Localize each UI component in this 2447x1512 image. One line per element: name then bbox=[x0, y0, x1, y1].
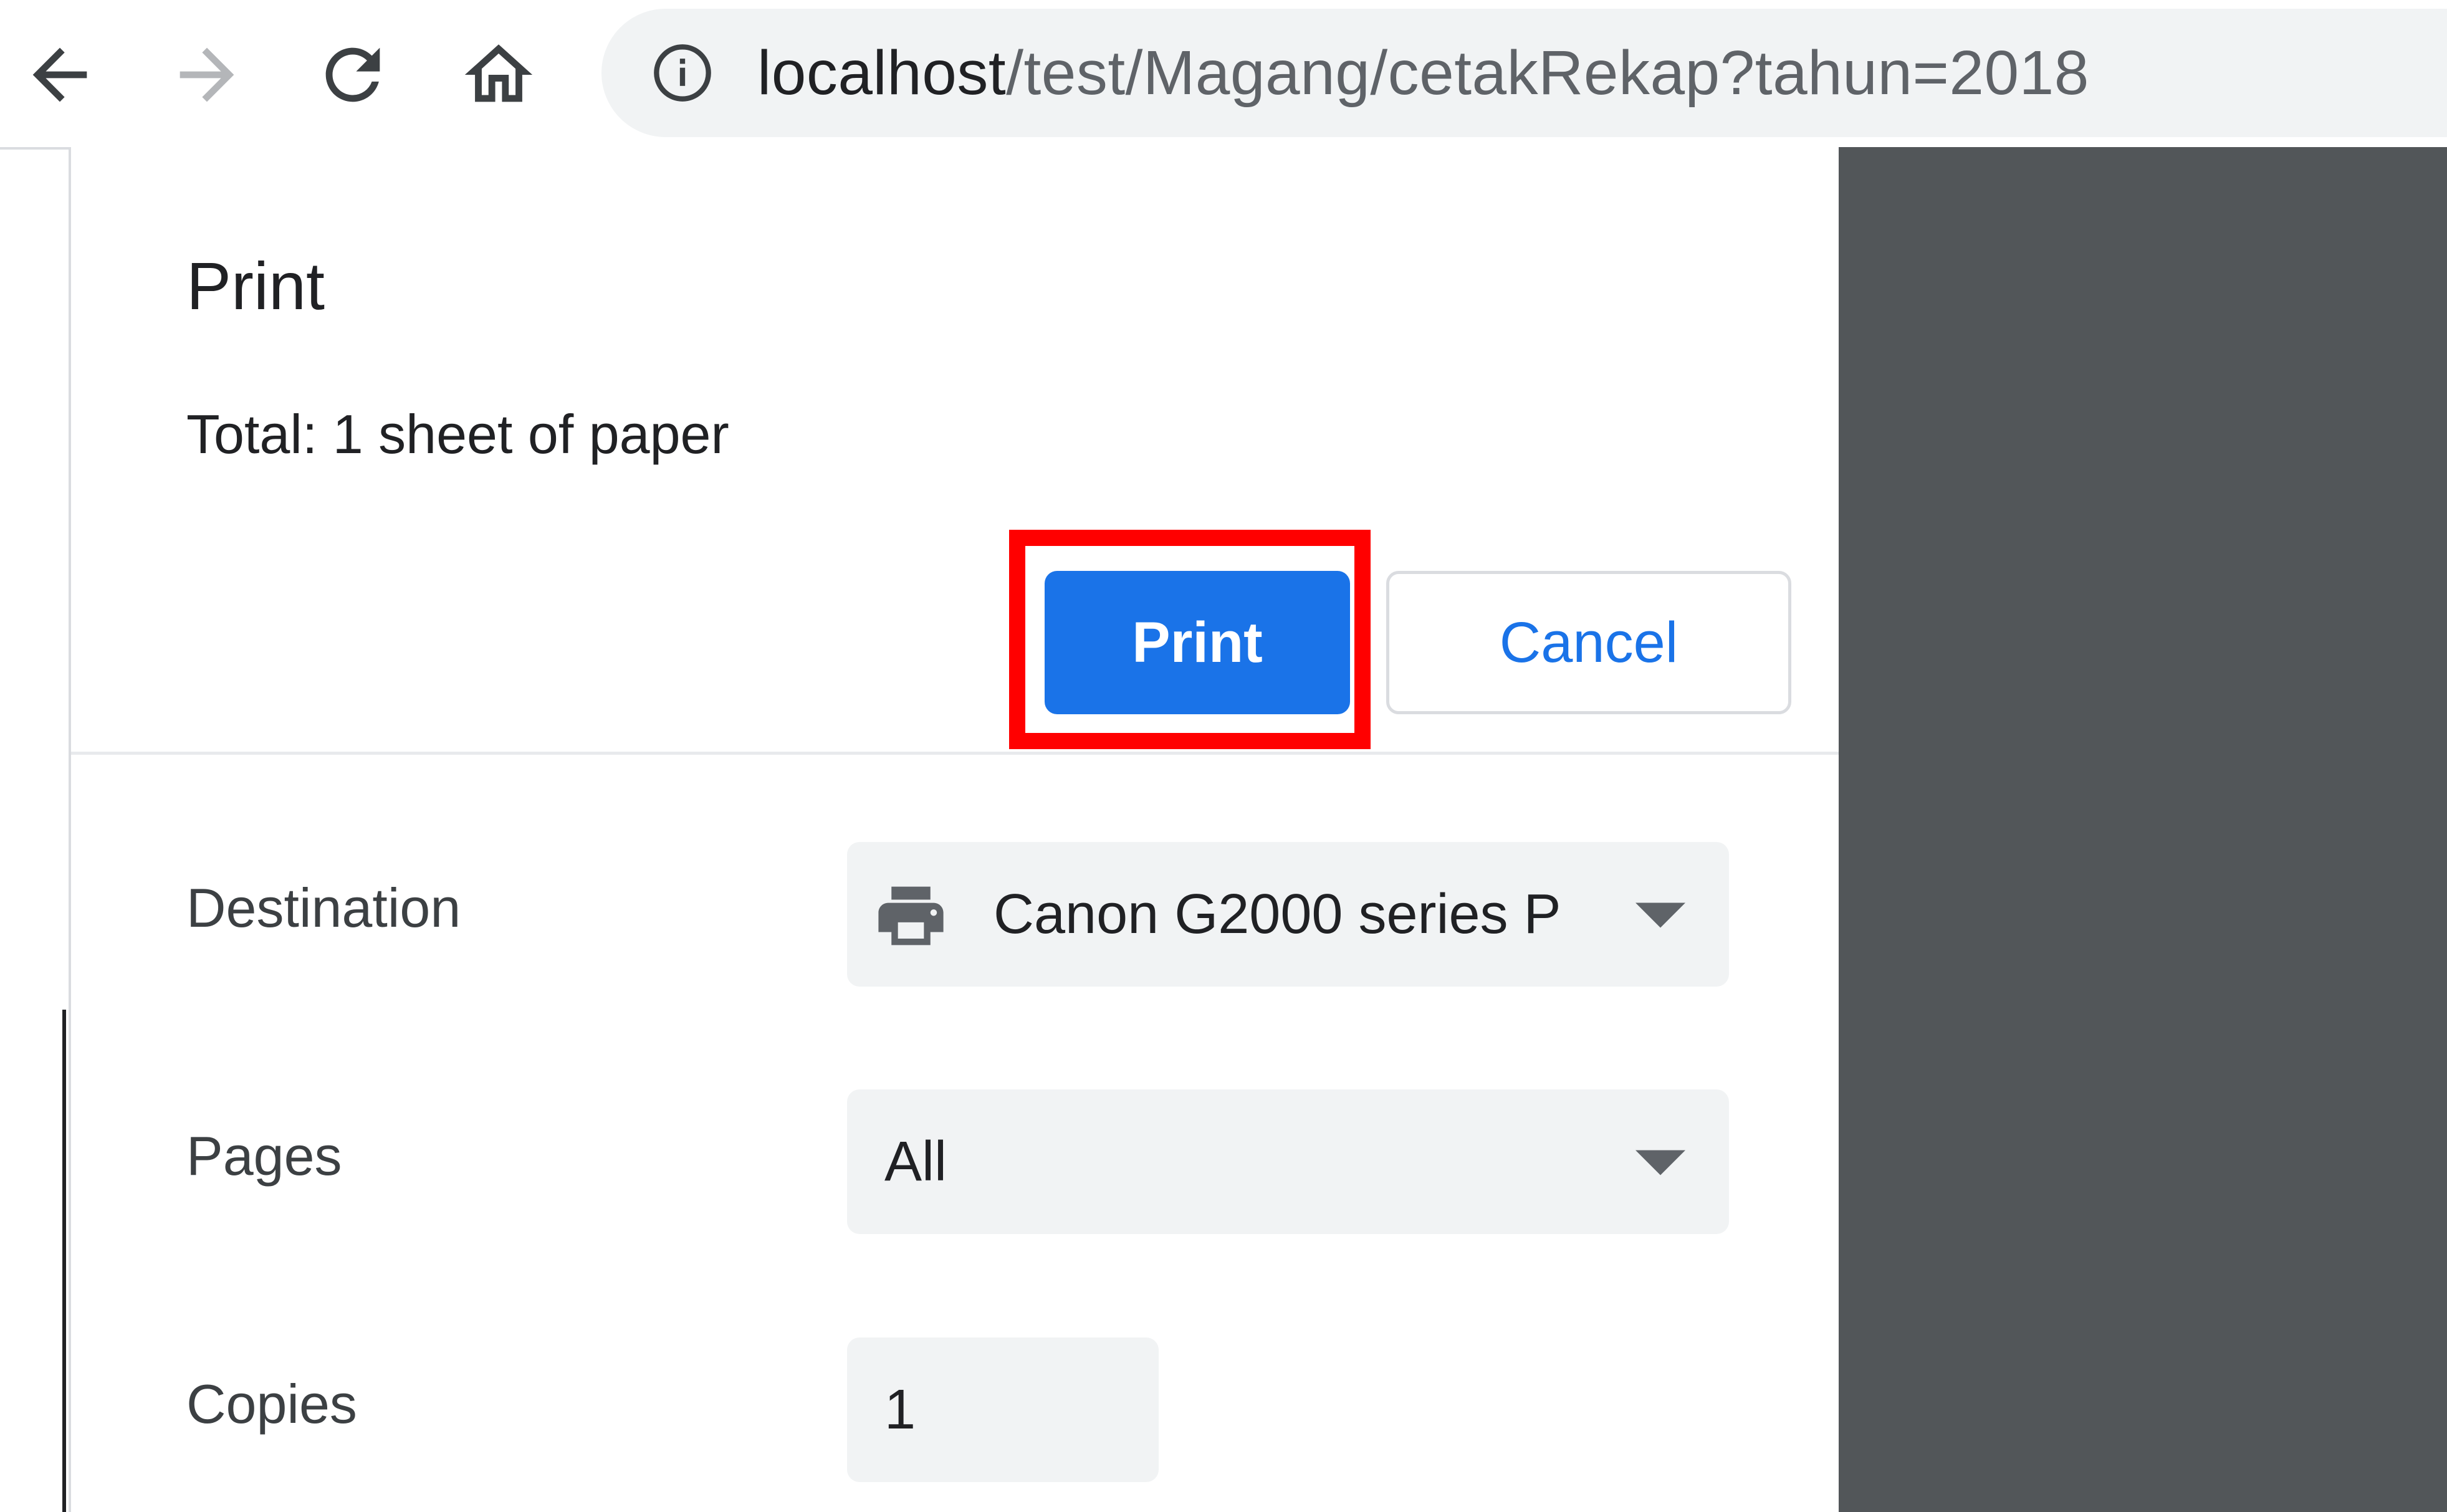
address-bar[interactable]: localhost/test/Magang/cetakRekap?tahun=2… bbox=[601, 9, 2447, 137]
forward-button[interactable] bbox=[163, 31, 251, 118]
home-button[interactable] bbox=[455, 31, 542, 118]
url-text[interactable]: localhost/test/Magang/cetakRekap?tahun=2… bbox=[757, 9, 2089, 137]
reload-icon bbox=[325, 47, 380, 102]
destination-value: Canon G2000 series P bbox=[994, 883, 1561, 945]
print-dialog: Print Total: 1 sheet of paper Print Canc… bbox=[69, 147, 1841, 1512]
print-preview-area bbox=[1839, 147, 2447, 1512]
reload-button[interactable] bbox=[309, 31, 396, 118]
info-icon[interactable] bbox=[651, 42, 714, 104]
divider bbox=[71, 752, 1841, 755]
back-button[interactable] bbox=[16, 31, 103, 118]
dropdown-arrow-icon bbox=[1635, 1150, 1685, 1175]
destination-label: Destination bbox=[186, 877, 461, 939]
back-icon bbox=[32, 47, 87, 102]
page-border-line bbox=[62, 1010, 66, 1512]
cancel-button[interactable]: Cancel bbox=[1386, 571, 1791, 714]
copies-input[interactable]: 1 bbox=[847, 1337, 1159, 1482]
sheet-summary: Total: 1 sheet of paper bbox=[186, 403, 729, 465]
url-path: /test/Magang/cetakRekap?tahun=2018 bbox=[1006, 38, 2089, 108]
pages-select[interactable]: All bbox=[847, 1089, 1729, 1234]
copies-label: Copies bbox=[186, 1373, 357, 1435]
destination-select[interactable]: Canon G2000 series P bbox=[847, 842, 1729, 987]
dialog-title: Print bbox=[186, 248, 325, 323]
pages-value: All bbox=[884, 1131, 947, 1193]
browser-toolbar: localhost/test/Magang/cetakRekap?tahun=2… bbox=[0, 0, 2447, 150]
url-host: localhost bbox=[757, 38, 1007, 108]
pages-label: Pages bbox=[186, 1125, 342, 1187]
home-icon bbox=[464, 44, 533, 102]
printer-icon bbox=[878, 886, 944, 945]
highlight-box bbox=[1009, 530, 1371, 749]
dropdown-arrow-icon bbox=[1635, 902, 1685, 928]
forward-icon bbox=[180, 47, 234, 102]
